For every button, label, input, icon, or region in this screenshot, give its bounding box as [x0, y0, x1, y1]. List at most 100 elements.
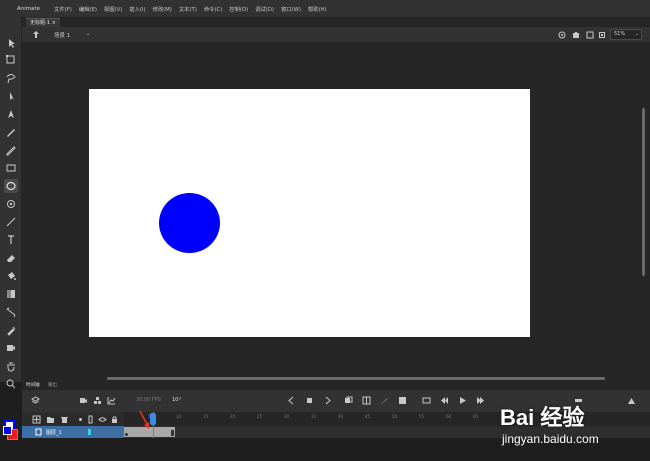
oval-tool-icon[interactable] — [4, 179, 18, 193]
onion-skin-icon[interactable] — [344, 396, 353, 405]
current-frame-unit: F — [179, 397, 182, 401]
edit-bar: 场景 1 ⌄ 51% ⌄ — [22, 27, 650, 43]
pen-tool-icon[interactable] — [4, 107, 18, 121]
lock-icon[interactable] — [110, 415, 119, 424]
highlight-icon[interactable] — [76, 415, 85, 424]
zoom-tool-icon[interactable] — [4, 377, 18, 391]
menu-commands[interactable]: 命令(C) — [204, 5, 222, 13]
edit-multiple-frames-icon[interactable] — [362, 396, 371, 405]
ruler-tick: 20 — [230, 414, 236, 419]
ruler-tick: 10 — [176, 414, 182, 419]
ruler-tick: 35 — [311, 414, 317, 419]
play-icon[interactable] — [458, 396, 467, 405]
menu-control[interactable]: 控制(O) — [229, 5, 248, 13]
stage[interactable] — [89, 89, 530, 337]
fit-stage-icon[interactable] — [586, 31, 594, 39]
menu-view[interactable]: 视图(V) — [104, 5, 122, 13]
gradient-tool-icon[interactable] — [4, 287, 18, 301]
menu-debug[interactable]: 调试(D) — [255, 5, 274, 13]
eyedropper-tool-icon[interactable] — [4, 323, 18, 337]
menu-file[interactable]: 文件(F) — [54, 5, 72, 13]
layers-icon[interactable] — [31, 396, 40, 405]
vertical-scrollbar[interactable] — [642, 108, 645, 276]
outline-icon[interactable] — [86, 415, 95, 424]
ruler-tick: 25 — [257, 414, 263, 419]
ruler-tick: 45 — [365, 414, 371, 419]
selection-tool-icon[interactable] — [4, 36, 18, 50]
loop-icon[interactable] — [422, 396, 431, 405]
tab-timeline[interactable]: 时间轴 — [26, 382, 40, 390]
blue-circle-shape[interactable] — [159, 193, 220, 253]
layer-tools — [22, 412, 124, 426]
eye-icon[interactable] — [98, 415, 107, 424]
keyframe-end — [171, 430, 174, 436]
current-frame-value: 10 — [172, 397, 179, 403]
eraser-tool-icon[interactable] — [4, 251, 18, 265]
ruler-tick: 30 — [284, 414, 290, 419]
camera-icon[interactable] — [79, 396, 88, 405]
layer-name[interactable]: 图层_1 — [46, 429, 62, 436]
rewind-icon[interactable] — [440, 396, 449, 405]
free-transform-tool-icon[interactable] — [4, 53, 18, 67]
zoom-value: 51% — [614, 31, 626, 37]
stage-clip-icon[interactable] — [558, 31, 566, 39]
ruler-tick: 50 — [392, 414, 398, 419]
tab-output[interactable]: 输出 — [48, 382, 57, 390]
menu-help[interactable]: 帮助(H) — [308, 5, 327, 13]
chevron-down-icon[interactable]: ⌄ — [86, 31, 90, 37]
document-tab-strip: 无标题-1 × — [22, 17, 650, 27]
menu-edit[interactable]: 编辑(E) — [79, 5, 97, 13]
pencil-tool-icon[interactable] — [4, 143, 18, 157]
brush-icon[interactable] — [380, 396, 389, 405]
center-stage-icon[interactable] — [598, 31, 606, 39]
lasso-tool-icon[interactable] — [4, 71, 18, 85]
tools-panel — [0, 17, 22, 389]
layer-icon — [35, 428, 42, 436]
graph-icon[interactable] — [107, 396, 116, 405]
layer-name-cell[interactable]: 图层_1 — [22, 426, 124, 438]
camera-tool-icon[interactable] — [4, 341, 18, 355]
line-tool-icon[interactable] — [4, 215, 18, 229]
trash-icon[interactable] — [60, 415, 69, 424]
timeline-tabs: 时间轴 输出 — [22, 382, 650, 390]
horizontal-scrollbar[interactable] — [107, 377, 605, 380]
insert-keyframe-icon[interactable] — [398, 396, 407, 405]
menu-insert[interactable]: 插入(I) — [129, 5, 145, 13]
watermark-url: jingyan.baidu.com — [502, 432, 599, 446]
bone-tool-icon[interactable] — [4, 305, 18, 319]
chevron-left-icon[interactable] — [287, 396, 296, 405]
blue-color-chip[interactable] — [3, 426, 12, 435]
paint-bucket-tool-icon[interactable] — [4, 269, 18, 283]
layer-color-marker[interactable] — [88, 429, 91, 435]
text-tool-icon[interactable] — [4, 233, 18, 247]
menu-bar: Animate 文件(F) 编辑(E) 视图(V) 插入(I) 修改(M) 文本… — [0, 0, 650, 17]
hand-tool-icon[interactable] — [4, 359, 18, 373]
scene-icon[interactable] — [31, 30, 41, 40]
new-layer-icon[interactable] — [32, 415, 41, 424]
red-arrow-annotation — [139, 410, 149, 429]
folder-icon[interactable] — [46, 415, 55, 424]
layer-parenting-icon[interactable] — [93, 396, 102, 405]
menu-window[interactable]: 窗口(W) — [281, 5, 301, 13]
polystar-tool-icon[interactable] — [4, 197, 18, 211]
rectangle-tool-icon[interactable] — [4, 161, 18, 175]
menu-modify[interactable]: 修改(M) — [153, 5, 172, 13]
color-swatches — [2, 420, 20, 444]
chevron-right-icon[interactable] — [323, 396, 332, 405]
ruler-tick: 55 — [419, 414, 425, 419]
app-name: Animate — [17, 5, 41, 12]
scene-label[interactable]: 场景 1 — [54, 31, 70, 39]
subselection-tool-icon[interactable] — [4, 89, 18, 103]
frame-center-icon[interactable] — [305, 396, 314, 405]
fps-display[interactable]: 30.00 FPS — [136, 397, 161, 403]
ruler-tick: 40 — [338, 414, 344, 419]
ruler-tick: 15 — [203, 414, 209, 419]
zoom-select[interactable]: 51% ⌄ — [610, 29, 642, 40]
document-tab[interactable]: 无标题-1 × — [26, 18, 60, 27]
stage-area[interactable] — [22, 43, 650, 382]
camera-icon[interactable] — [572, 31, 580, 39]
brush-tool-icon[interactable] — [4, 125, 18, 139]
menu-text[interactable]: 文本(T) — [179, 5, 197, 13]
watermark-logo: Bai 经验 — [500, 405, 585, 430]
current-frame-display[interactable]: 10F — [172, 397, 181, 403]
